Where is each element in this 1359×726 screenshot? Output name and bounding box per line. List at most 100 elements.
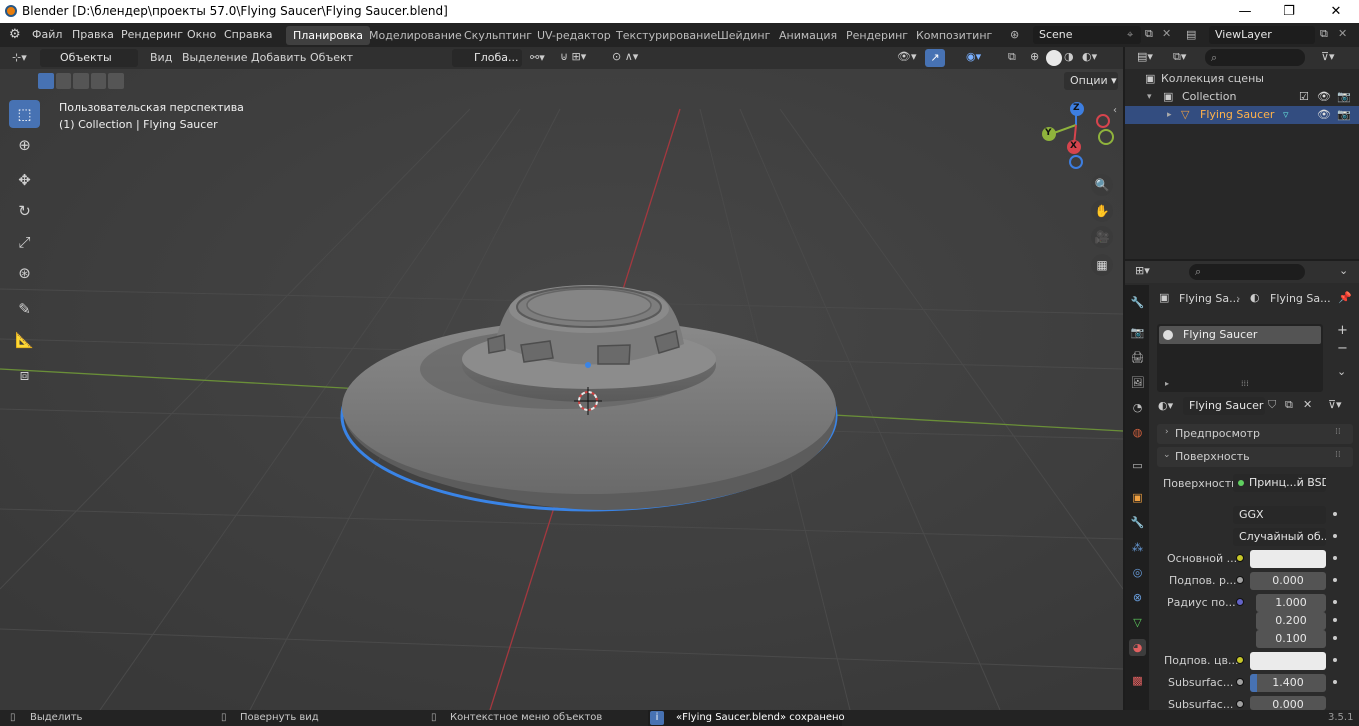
transform-orientation-selector[interactable]: Глоба... bbox=[452, 49, 522, 67]
add-slot-icon[interactable]: + bbox=[1337, 323, 1348, 338]
subsurface-method-dropdown[interactable]: Случайный об... bbox=[1233, 528, 1326, 546]
drag-handle-icon[interactable]: ⁞⁞ bbox=[1335, 427, 1341, 437]
rendered-shading-icon[interactable]: ◐▾ bbox=[1082, 50, 1097, 63]
physics-tab-icon[interactable]: ◎ bbox=[1129, 564, 1146, 581]
mesh-data-tab-icon[interactable]: ▽ bbox=[1129, 614, 1146, 631]
select-box-tool[interactable]: ⬚ bbox=[9, 100, 40, 128]
delete-scene-icon[interactable]: ✕ bbox=[1162, 27, 1171, 40]
tab-layout[interactable]: Планировка bbox=[286, 26, 370, 45]
radius-x-field[interactable]: 1.000 bbox=[1256, 594, 1326, 612]
keyframe-dot-icon[interactable] bbox=[1333, 556, 1337, 560]
select-new-icon[interactable] bbox=[38, 73, 54, 89]
display-mode-icon[interactable]: ⧉▾ bbox=[1173, 50, 1186, 64]
base-color-swatch[interactable] bbox=[1250, 550, 1326, 568]
perspective-grid-icon[interactable]: ▦ bbox=[1091, 254, 1113, 276]
menu-render[interactable]: Рендеринг bbox=[121, 28, 183, 41]
link-icon[interactable]: ⊽▾ bbox=[1328, 398, 1342, 411]
distribution-dropdown[interactable]: GGX bbox=[1233, 506, 1326, 524]
constraints-tab-icon[interactable]: ⊗ bbox=[1129, 589, 1146, 606]
remove-slot-icon[interactable]: − bbox=[1337, 341, 1348, 356]
select-invert-icon[interactable] bbox=[90, 73, 107, 89]
tab-rendering[interactable]: Рендеринг bbox=[839, 26, 915, 45]
visibility-icon[interactable]: 👁▾ bbox=[897, 50, 917, 63]
tab-shading[interactable]: Шейдинг bbox=[710, 26, 777, 45]
cursor-tool[interactable]: ⊕ bbox=[9, 131, 40, 159]
expand-arrow-icon[interactable]: ▾ bbox=[1147, 88, 1152, 106]
filter-icon[interactable]: ⊽▾ bbox=[1321, 50, 1335, 63]
keyframe-dot-icon[interactable] bbox=[1333, 618, 1337, 622]
subsurface-anisotropy-field[interactable]: 0.000 bbox=[1250, 696, 1326, 711]
menu-view[interactable]: Вид bbox=[150, 51, 172, 64]
transform-tool[interactable]: ⊛ bbox=[9, 259, 40, 287]
particles-tab-icon[interactable]: ⁂ bbox=[1129, 539, 1146, 556]
outliner-editor-type-icon[interactable]: ▤▾ bbox=[1137, 50, 1153, 63]
menu-object[interactable]: Объект bbox=[310, 51, 353, 64]
modifier-tab-icon[interactable]: 🔧 bbox=[1129, 514, 1146, 531]
render-tab-icon[interactable]: 📷 bbox=[1129, 324, 1146, 341]
add-cube-tool[interactable]: ⧈ bbox=[9, 361, 40, 389]
measure-tool[interactable]: 📐 bbox=[9, 326, 40, 354]
unlink-material-icon[interactable]: ✕ bbox=[1303, 398, 1312, 411]
select-extend-icon[interactable] bbox=[55, 73, 72, 89]
scale-tool[interactable]: ⤢ bbox=[9, 228, 40, 256]
tool-tab-icon[interactable]: 🔧 bbox=[1129, 294, 1146, 311]
keyframe-dot-icon[interactable] bbox=[1333, 578, 1337, 582]
tab-modeling[interactable]: Моделирование bbox=[362, 26, 469, 45]
subsurface-field[interactable]: 0.000 bbox=[1250, 572, 1326, 590]
outliner-search-input[interactable]: ⌕ bbox=[1205, 49, 1305, 66]
minimize-button[interactable]: — bbox=[1222, 1, 1268, 22]
keyframe-dot-icon[interactable] bbox=[1333, 534, 1337, 538]
tab-texture-paint[interactable]: Текстурирование bbox=[609, 26, 724, 45]
eye-icon[interactable]: 👁 bbox=[1317, 88, 1331, 106]
menu-add[interactable]: Добавить bbox=[251, 51, 306, 64]
tab-compositing[interactable]: Композитинг bbox=[909, 26, 999, 45]
browse-material-icon[interactable]: ◐▾ bbox=[1158, 399, 1173, 412]
drag-handle-icon[interactable]: ⁞⁞ bbox=[1335, 450, 1341, 460]
value-socket-icon[interactable] bbox=[1236, 700, 1244, 708]
keyframe-dot-icon[interactable] bbox=[1333, 658, 1337, 662]
mode-selector[interactable]: Объекты bbox=[40, 49, 138, 67]
editor-type-icon[interactable]: ⊹▾ bbox=[12, 51, 27, 64]
sidebar-toggle-icon[interactable]: ‹ bbox=[1113, 105, 1117, 116]
tab-uv-editing[interactable]: UV-редактор bbox=[530, 26, 618, 45]
blender-menu-icon[interactable]: ⚙ bbox=[9, 27, 21, 42]
preview-panel-header[interactable]: › Предпросмотр ⁞⁞ bbox=[1157, 424, 1353, 444]
material-tab-icon[interactable]: ◕ bbox=[1129, 639, 1146, 656]
wireframe-shading-icon[interactable]: ⊕ bbox=[1030, 50, 1039, 63]
view-layer-selector[interactable]: ViewLayer bbox=[1209, 26, 1315, 44]
subsurface-color-swatch[interactable] bbox=[1250, 652, 1326, 670]
menu-select[interactable]: Выделение bbox=[182, 51, 248, 64]
material-slot-item[interactable]: Flying Saucer bbox=[1159, 326, 1321, 344]
surface-panel-header[interactable]: ⌄ Поверхность ⁞⁞ bbox=[1157, 447, 1353, 467]
select-intersect-icon[interactable] bbox=[108, 73, 124, 89]
select-subtract-icon[interactable] bbox=[73, 73, 89, 89]
overlays-icon[interactable]: ◉▾ bbox=[966, 50, 981, 63]
xray-icon[interactable]: ⧉ bbox=[1008, 50, 1016, 64]
pan-hand-icon[interactable]: ✋ bbox=[1091, 200, 1113, 222]
outliner-row-scene-collection[interactable]: ▣ Коллекция сцены bbox=[1125, 70, 1359, 88]
eye-icon[interactable]: 👁 bbox=[1317, 106, 1331, 124]
expand-arrow-icon[interactable]: ▸ bbox=[1165, 379, 1169, 388]
material-shading-icon[interactable]: ◑ bbox=[1064, 50, 1074, 63]
options-dropdown[interactable]: Опции ▾ bbox=[1064, 72, 1118, 90]
value-socket-icon[interactable] bbox=[1236, 576, 1244, 584]
texture-tab-icon[interactable]: ▩ bbox=[1129, 672, 1146, 689]
zoom-icon[interactable]: 🔍 bbox=[1091, 174, 1113, 196]
solid-shading-icon[interactable] bbox=[1046, 50, 1062, 66]
keyframe-dot-icon[interactable] bbox=[1333, 680, 1337, 684]
outliner-row-collection[interactable]: ▾ ▣ Collection ☑ 👁 📷 bbox=[1125, 88, 1359, 106]
color-socket-icon[interactable] bbox=[1236, 656, 1244, 664]
delete-view-layer-icon[interactable]: ✕ bbox=[1338, 27, 1347, 40]
3d-viewport[interactable]: Z Y X Опции ▾ Пользовательская перспекти… bbox=[0, 69, 1123, 710]
scene-tab-icon[interactable]: ◔ bbox=[1129, 399, 1146, 416]
annotate-tool[interactable]: ✎ bbox=[9, 295, 40, 323]
view-layer-tab-icon[interactable]: 🖼 bbox=[1129, 374, 1146, 391]
vector-socket-icon[interactable] bbox=[1236, 598, 1244, 606]
surface-shader-selector[interactable]: Принц...й BSDF bbox=[1233, 474, 1326, 492]
pin-icon[interactable]: 📌 bbox=[1338, 291, 1352, 304]
camera-icon[interactable]: 📷 bbox=[1337, 88, 1351, 106]
move-tool[interactable]: ✥ bbox=[9, 166, 40, 194]
duplicate-material-icon[interactable]: ⧉ bbox=[1285, 398, 1293, 412]
color-socket-icon[interactable] bbox=[1236, 554, 1244, 562]
subsurface-ior-field[interactable]: 1.400 bbox=[1250, 674, 1326, 692]
